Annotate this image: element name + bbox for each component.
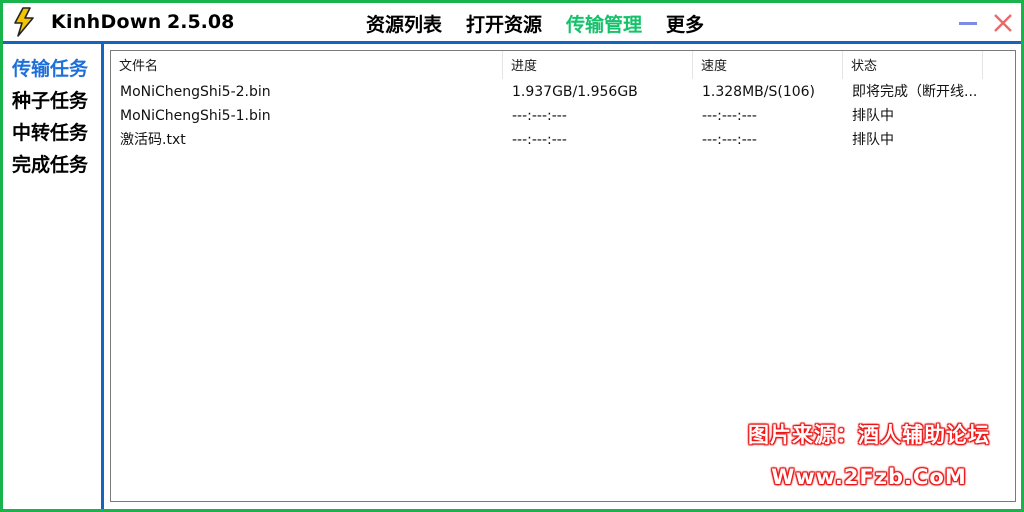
close-icon[interactable] <box>991 11 1015 35</box>
cell-speed: ---:---:--- <box>702 108 757 124</box>
watermark-url: Www.2Fzb.CoM <box>771 465 967 489</box>
minimize-button[interactable] <box>957 12 979 34</box>
column-header-speed[interactable]: 速度 <box>693 51 843 79</box>
sidebar-divider <box>101 44 104 509</box>
table-row[interactable]: 激活码.txt ---:---:--- ---:---:--- 排队中 <box>111 128 1015 152</box>
title-bar[interactable]: KinhDown 2.5.08 资源列表 打开资源 传输管理 更多 <box>3 3 1021 43</box>
column-header-status[interactable]: 状态 <box>843 51 983 79</box>
app-version: 2.5.08 <box>167 11 235 33</box>
watermark-source: 图片来源：酒人辅助论坛 <box>748 423 990 447</box>
sidebar-item-seed-tasks[interactable]: 种子任务 <box>12 86 88 113</box>
table-row[interactable]: MoNiChengShi5-1.bin ---:---:--- ---:---:… <box>111 104 1015 128</box>
column-header-filename[interactable]: 文件名 <box>111 51 503 79</box>
app-name: KinhDown <box>51 11 162 33</box>
cell-status: 排队中 <box>852 108 894 124</box>
lightning-logo-icon <box>10 7 40 37</box>
top-navigation: 资源列表 打开资源 传输管理 更多 <box>366 10 728 37</box>
cell-progress: 1.937GB/1.956GB <box>512 84 638 100</box>
minimize-icon <box>959 22 977 25</box>
app-window: KinhDown 2.5.08 资源列表 打开资源 传输管理 更多 传输任务 种… <box>0 0 1024 512</box>
sidebar-item-completed-tasks[interactable]: 完成任务 <box>12 150 88 177</box>
column-header-progress[interactable]: 进度 <box>503 51 693 79</box>
cell-speed: ---:---:--- <box>702 132 757 148</box>
nav-more[interactable]: 更多 <box>666 10 704 37</box>
table-row[interactable]: MoNiChengShi5-2.bin 1.937GB/1.956GB 1.32… <box>111 80 1015 104</box>
cell-progress: ---:---:--- <box>512 132 567 148</box>
table-header: 文件名 进度 速度 状态 <box>111 51 1015 79</box>
cell-filename: MoNiChengShi5-2.bin <box>120 84 271 100</box>
sidebar-item-relay-tasks[interactable]: 中转任务 <box>12 118 88 145</box>
sidebar: 传输任务 种子任务 中转任务 完成任务 <box>3 44 101 509</box>
cell-filename: 激活码.txt <box>120 132 186 148</box>
cell-progress: ---:---:--- <box>512 108 567 124</box>
cell-status: 即将完成（断开线... <box>852 84 978 100</box>
cell-filename: MoNiChengShi5-1.bin <box>120 108 271 124</box>
title-divider <box>3 41 1021 44</box>
nav-open-resource[interactable]: 打开资源 <box>466 10 542 37</box>
sidebar-item-transfer-tasks[interactable]: 传输任务 <box>12 54 88 81</box>
nav-resource-list[interactable]: 资源列表 <box>366 10 442 37</box>
cell-speed: 1.328MB/S(106) <box>702 84 816 100</box>
cell-status: 排队中 <box>852 132 894 148</box>
nav-transfer-management[interactable]: 传输管理 <box>566 10 642 37</box>
